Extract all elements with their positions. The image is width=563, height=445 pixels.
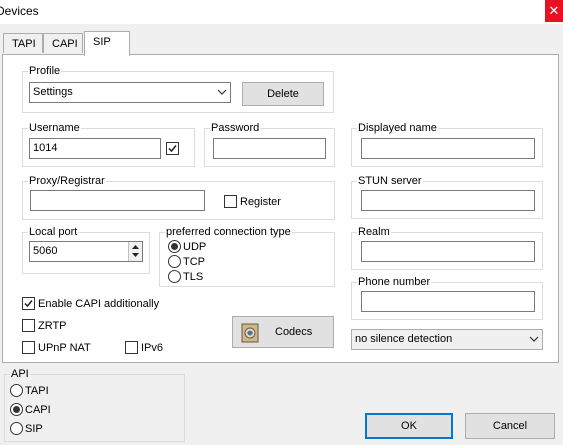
register-checkbox[interactable]: [224, 195, 237, 208]
spin-up-icon[interactable]: [129, 242, 142, 251]
radio-tls[interactable]: [168, 270, 181, 283]
cancel-button[interactable]: Cancel: [465, 413, 555, 439]
ipv6-label: IPv6: [141, 342, 164, 354]
tab-sip[interactable]: SIP: [84, 31, 130, 56]
phone-number-label: Phone number: [357, 276, 432, 288]
codecs-button[interactable]: Codecs: [232, 316, 334, 348]
delete-button[interactable]: Delete: [242, 82, 324, 106]
password-field[interactable]: [213, 138, 326, 159]
stun-label: STUN server: [357, 175, 423, 187]
spin-down-icon[interactable]: [129, 251, 142, 260]
title-bar: [0, 0, 563, 24]
api-radio-tapi[interactable]: [10, 384, 23, 397]
codecs-icon: [241, 323, 259, 343]
local-port-value: 5060: [33, 245, 58, 257]
api-radio-capi[interactable]: [10, 403, 23, 416]
api-radio-sip[interactable]: [10, 422, 23, 435]
api-radio-sip-label: SIP: [25, 423, 43, 435]
radio-udp-dot: [171, 243, 178, 250]
password-label: Password: [210, 122, 261, 134]
chevron-down-icon: [529, 336, 539, 342]
radio-tcp[interactable]: [168, 255, 181, 268]
close-icon: ✕: [548, 3, 560, 18]
tab-capi[interactable]: CAPI: [43, 33, 83, 53]
username-field[interactable]: 1014: [29, 138, 161, 159]
api-label: API: [10, 368, 30, 380]
enable-capi-checkbox[interactable]: [22, 297, 35, 310]
close-button[interactable]: ✕: [545, 0, 563, 22]
username-label: Username: [28, 122, 81, 134]
radio-tls-label: TLS: [183, 271, 204, 283]
tab-tapi[interactable]: TAPI: [3, 33, 43, 53]
ok-button[interactable]: OK: [365, 413, 453, 439]
zrtp-checkbox[interactable]: [22, 319, 35, 332]
radio-udp-label: UDP: [183, 241, 207, 253]
upnp-label: UPnP NAT: [38, 342, 91, 354]
register-label: Register: [240, 196, 281, 208]
connection-type-label: preferred connection type: [165, 226, 292, 238]
profile-selected: Settings: [33, 86, 73, 98]
proxy-label: Proxy/Registrar: [28, 175, 106, 187]
local-port-label: Local port: [28, 226, 79, 238]
local-port-field[interactable]: 5060: [29, 241, 143, 262]
upnp-checkbox[interactable]: [22, 341, 35, 354]
api-radio-tapi-label: TAPI: [25, 385, 49, 397]
phone-number-field[interactable]: [361, 291, 535, 312]
profile-label: Profile: [28, 65, 62, 77]
enable-capi-label: Enable CAPI additionally: [38, 298, 160, 310]
port-spinner[interactable]: [128, 242, 142, 261]
check-icon: [168, 145, 177, 153]
profile-select[interactable]: Settings: [29, 82, 231, 103]
zrtp-label: ZRTP: [38, 320, 67, 332]
api-radio-capi-label: CAPI: [25, 404, 51, 416]
stun-field[interactable]: [361, 190, 535, 211]
api-radio-capi-dot: [13, 406, 20, 413]
radio-tcp-label: TCP: [183, 256, 205, 268]
chevron-down-icon: [217, 89, 227, 95]
ipv6-checkbox[interactable]: [125, 341, 138, 354]
proxy-field[interactable]: [30, 190, 205, 211]
realm-label: Realm: [357, 226, 391, 238]
codecs-label: Codecs: [275, 326, 313, 338]
silence-detection-select[interactable]: no silence detection: [351, 329, 543, 350]
displayed-name-field[interactable]: [361, 138, 535, 159]
displayed-name-label: Displayed name: [357, 122, 438, 134]
silence-selected: no silence detection: [355, 333, 453, 345]
realm-field[interactable]: [361, 241, 535, 262]
username-checkbox[interactable]: [166, 142, 179, 155]
check-icon: [24, 300, 33, 308]
radio-udp[interactable]: [168, 240, 181, 253]
window-title: Devices: [0, 4, 39, 18]
